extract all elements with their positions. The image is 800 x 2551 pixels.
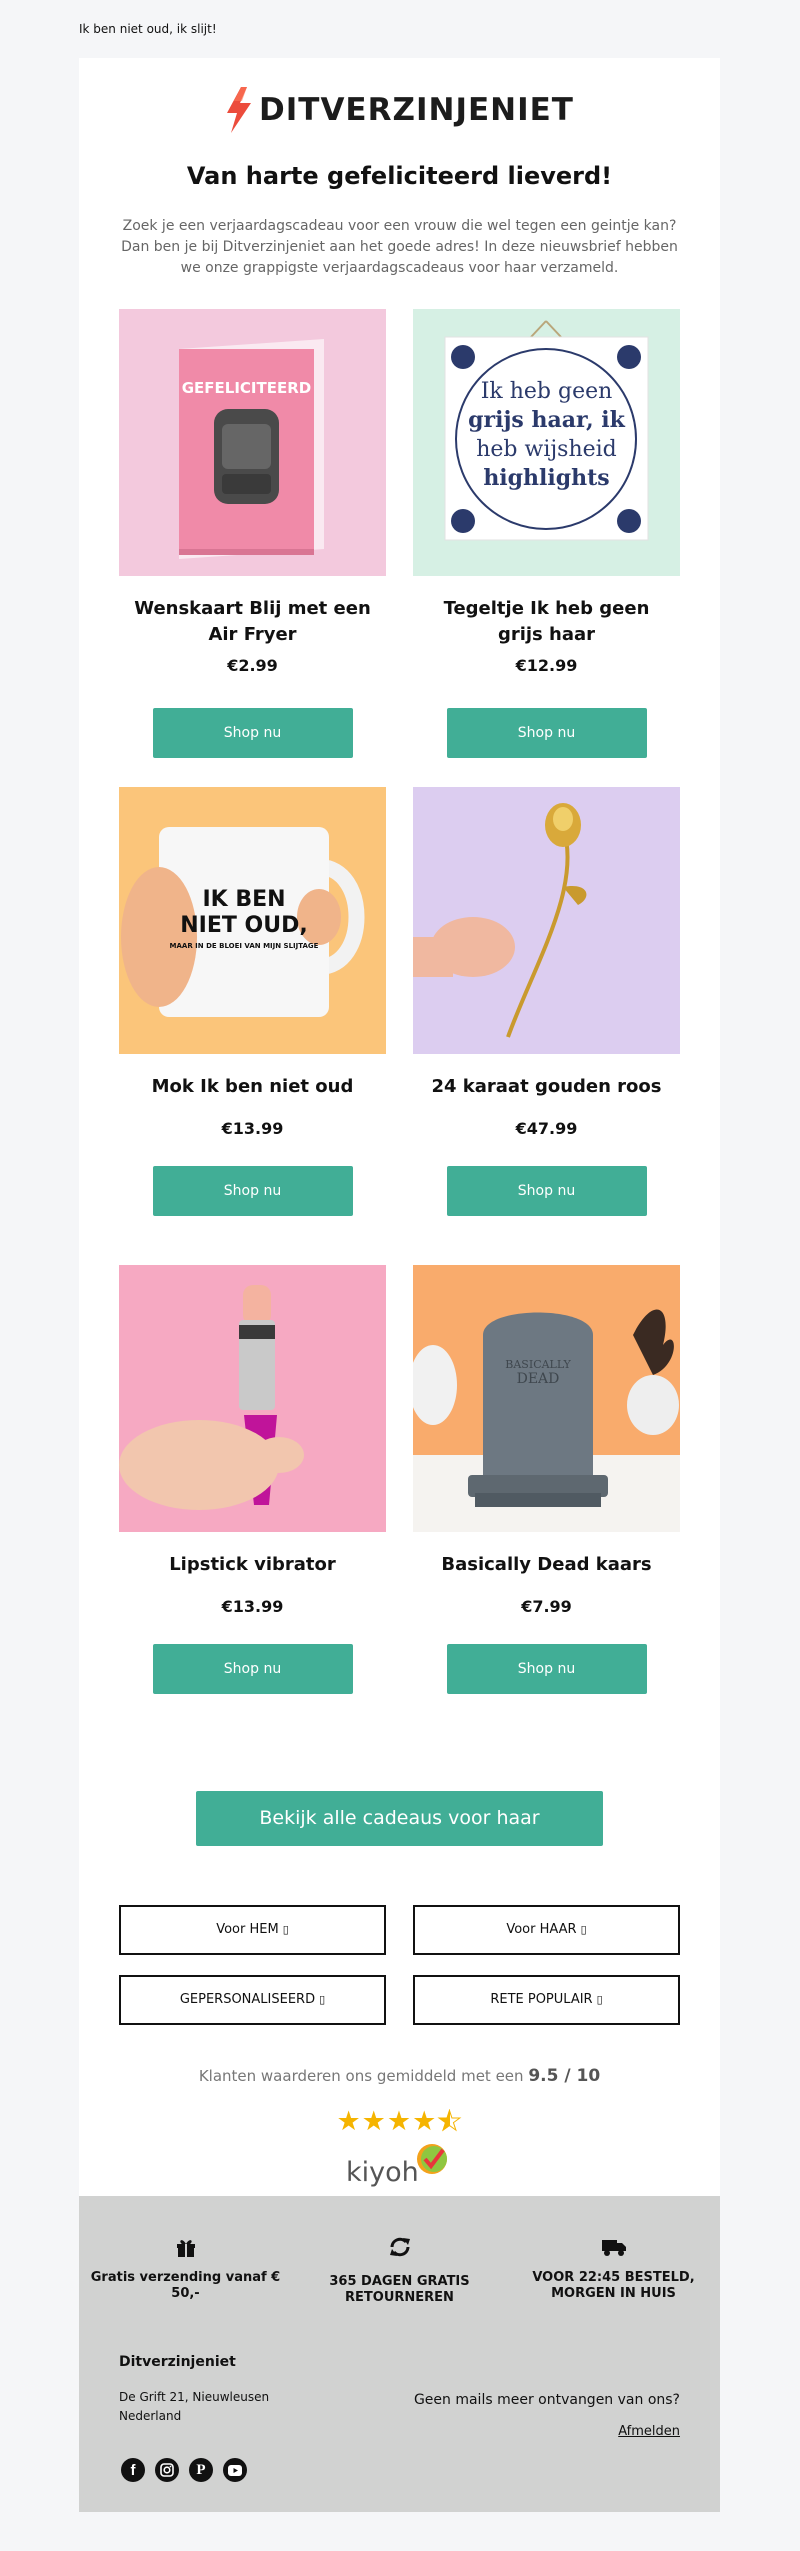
product-image[interactable]: Ik heb geen grijs haar, ik heb wijsheid … xyxy=(413,309,680,576)
email-container: DITVERZINJENIET Van harte gefeliciteerd … xyxy=(79,58,720,2512)
rating-text: Klanten waarderen ons gemiddeld met een … xyxy=(198,2066,601,2086)
candle-text: BASICALLY DEAD xyxy=(505,1358,571,1387)
product-price: €13.99 xyxy=(221,1597,284,1616)
shop-now-button[interactable]: Shop nu xyxy=(446,708,647,758)
product-title[interactable]: Wenskaart Blij met een Air Fryer xyxy=(119,596,386,656)
usp-free-returns: 365 DAGEN GRATIS RETOURNEREN xyxy=(293,2234,506,2306)
category-button-gepersonaliseerd[interactable]: GEPERSONALISEERD ▯ xyxy=(119,1975,386,2025)
star-half-icon: ★ xyxy=(437,2106,463,2138)
shop-now-button[interactable]: Shop nu xyxy=(152,1166,353,1216)
product-title[interactable]: Lipstick vibrator xyxy=(119,1552,386,1586)
shop-now-button[interactable]: Shop nu xyxy=(152,1644,353,1694)
footer-company-name: Ditverzinjeniet xyxy=(119,2354,236,2370)
checkmark-badge-icon xyxy=(417,2144,447,2174)
tile-text: Ik heb geen grijs haar, ik heb wijsheid … xyxy=(468,379,625,491)
arrow-icon: ▯ xyxy=(580,1923,587,1936)
gift-icon xyxy=(176,2240,195,2257)
preheader-text: Ik ben niet oud, ik slijt! xyxy=(79,22,217,36)
category-button-hem[interactable]: Voor HEM ▯ xyxy=(119,1905,386,1955)
footer-address: De Grift 21, Nieuwleusen Nederland xyxy=(119,2390,270,2423)
mug-text: IK BEN NIET OUD, MAAR IN DE BLOEI VAN MI… xyxy=(169,887,319,950)
product-image[interactable]: GEFELICITEERD xyxy=(119,309,386,576)
usp-next-day-delivery: VOOR 22:45 BESTELD, MORGEN IN HUIS xyxy=(507,2234,720,2302)
shop-now-button[interactable]: Shop nu xyxy=(446,1166,647,1216)
product-title[interactable]: Tegeltje Ik heb geen grijs haar xyxy=(413,596,680,656)
usp-free-shipping: Gratis verzending vanaf € 50,- xyxy=(79,2234,292,2302)
unsubscribe-question: Geen mails meer ontvangen van ons? xyxy=(413,2392,680,2408)
product-price: €7.99 xyxy=(521,1597,572,1616)
arrow-icon: ▯ xyxy=(319,1993,326,2006)
category-button-rete-populair[interactable]: RETE POPULAIR ▯ xyxy=(413,1975,680,2025)
star-icon: ★ xyxy=(386,2106,413,2137)
product-card: IK BEN NIET OUD, MAAR IN DE BLOEI VAN MI… xyxy=(119,787,386,1216)
product-title[interactable]: 24 karaat gouden roos xyxy=(413,1074,680,1108)
product-title[interactable]: Basically Dead kaars xyxy=(413,1552,680,1586)
footer: Gratis verzending vanaf € 50,- 365 DAGEN… xyxy=(79,2196,720,2512)
product-card: BASICALLY DEAD Basically Dead kaars €7.9… xyxy=(413,1265,680,1694)
star-icon: ★ xyxy=(412,2106,438,2137)
all-gifts-button[interactable]: Bekijk alle cadeaus voor haar xyxy=(196,1791,603,1846)
product-price: €13.99 xyxy=(221,1119,284,1138)
intro-text: Zoek je een verjaardagscadeau voor een v… xyxy=(121,218,678,276)
youtube-icon[interactable] xyxy=(223,2458,247,2482)
unsubscribe-link[interactable]: Afmelden xyxy=(618,2424,680,2439)
lightning-icon xyxy=(227,87,252,133)
category-button-haar[interactable]: Voor HAAR ▯ xyxy=(413,1905,680,1955)
star-icon: ★ xyxy=(336,2106,362,2137)
product-image[interactable]: IK BEN NIET OUD, MAAR IN DE BLOEI VAN MI… xyxy=(119,787,386,1054)
product-card: GEFELICITEERD Wenskaart Blij met een Air… xyxy=(119,309,386,758)
arrow-icon: ▯ xyxy=(282,1923,289,1936)
kiyoh-logo[interactable]: kiyoh xyxy=(344,2141,454,2191)
product-price: €2.99 xyxy=(227,656,278,675)
product-price: €12.99 xyxy=(515,656,578,675)
product-card: 24 karaat gouden roos €47.99 Shop nu xyxy=(413,787,680,1216)
rating-stars: ★★★★★ xyxy=(79,2106,720,2138)
email-headline: Van harte gefeliciteerd lieverd! xyxy=(186,162,613,190)
brand-logo[interactable]: DITVERZINJENIET xyxy=(79,78,720,142)
product-card: Ik heb geen grijs haar, ik heb wijsheid … xyxy=(413,309,680,758)
instagram-icon[interactable] xyxy=(155,2458,179,2482)
card-text: GEFELICITEERD xyxy=(181,379,312,397)
brand-name: DITVERZINJENIET xyxy=(259,92,574,128)
product-image[interactable]: BASICALLY DEAD xyxy=(413,1265,680,1532)
arrow-icon: ▯ xyxy=(596,1993,603,2006)
shop-now-button[interactable]: Shop nu xyxy=(152,708,353,758)
product-image[interactable] xyxy=(413,787,680,1054)
pinterest-icon[interactable]: P xyxy=(189,2458,213,2482)
product-price: €47.99 xyxy=(515,1119,578,1138)
shop-now-button[interactable]: Shop nu xyxy=(446,1644,647,1694)
refresh-icon xyxy=(389,2237,410,2257)
star-icon: ★ xyxy=(361,2106,387,2137)
product-title[interactable]: Mok Ik ben niet oud xyxy=(119,1074,386,1108)
rating-score: 9.5 / 10 xyxy=(528,2066,601,2086)
product-image[interactable] xyxy=(119,1265,386,1532)
product-card: Lipstick vibrator €13.99 Shop nu xyxy=(119,1265,386,1694)
social-links: f P xyxy=(121,2458,247,2482)
facebook-icon[interactable]: f xyxy=(121,2458,145,2482)
truck-icon xyxy=(601,2240,626,2256)
